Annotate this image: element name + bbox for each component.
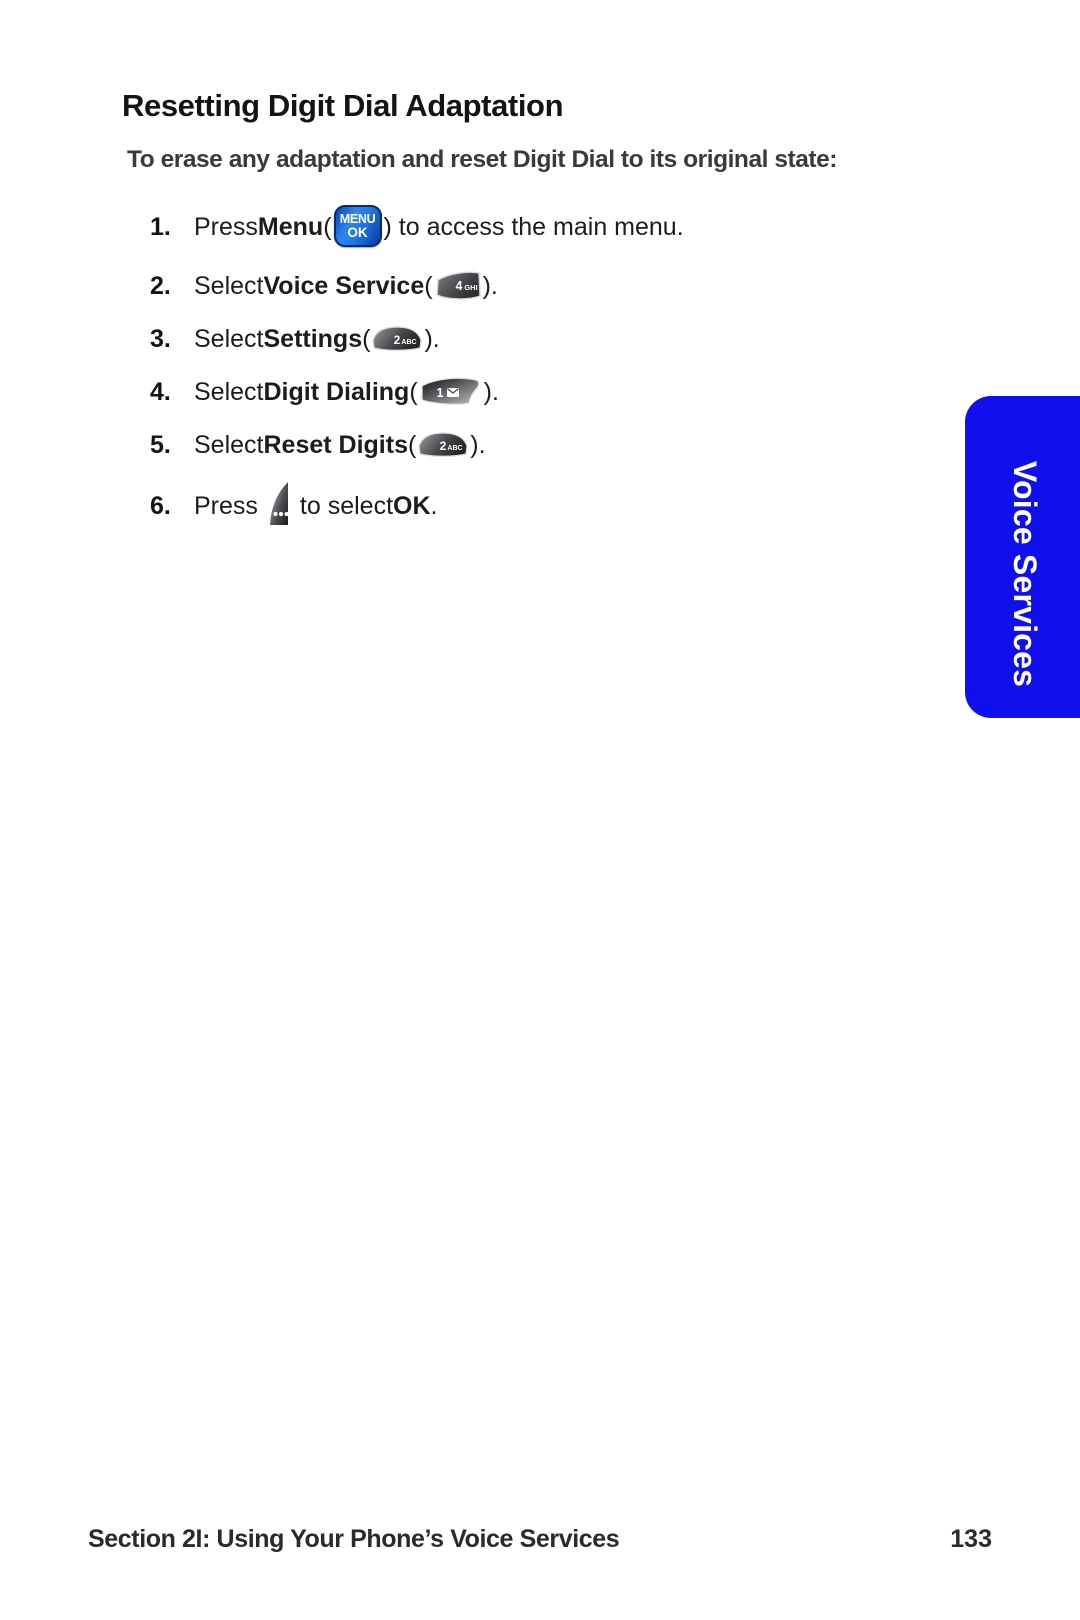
page-subtitle: To erase any adaptation and reset Digit … xyxy=(127,146,837,173)
footer-section-title: Section 2I: Using Your Phone’s Voice Ser… xyxy=(88,1525,620,1553)
step-open-paren: ( xyxy=(362,324,371,353)
step-tail-text: ) to access the main menu. xyxy=(383,212,684,241)
step-number: 1. xyxy=(150,212,171,241)
step-text: Press Menu ( MENU OK ) to access the mai… xyxy=(194,205,684,248)
chapter-tab-voice-services[interactable]: Voice Services xyxy=(965,396,1080,718)
list-item: 1. Press Menu ( MENU OK ) to access the … xyxy=(150,205,930,249)
key-2-digit: 2 xyxy=(440,439,447,453)
step-emphasis: OK xyxy=(393,491,431,520)
step-tail-text: ). xyxy=(483,377,499,406)
list-item: 5. Select Reset Digits (2 ABC). xyxy=(150,423,930,467)
step-tail-text: ). xyxy=(470,430,486,459)
step-tail-text: ). xyxy=(424,324,440,353)
step-lead-text: Select xyxy=(194,430,264,459)
softkey-shape xyxy=(269,482,289,525)
step-lead-text: Select xyxy=(194,271,264,300)
step-lead-text: Press xyxy=(194,491,258,520)
step-text: Select Digit Dialing (1). xyxy=(194,374,499,410)
step-emphasis: Voice Service xyxy=(263,271,425,300)
step-number: 4. xyxy=(150,377,171,406)
step-number: 3. xyxy=(150,324,171,353)
step-text: Select Reset Digits (2 ABC). xyxy=(194,430,486,460)
key-4-shape: 4 GHI xyxy=(435,271,481,300)
step-lead-text: Press xyxy=(194,212,258,241)
left-softkey-ellipsis-icon xyxy=(262,479,296,529)
footer-page-number: 133 xyxy=(950,1525,992,1553)
envelope-icon xyxy=(446,388,459,397)
key-2-shape: 2 ABC xyxy=(418,432,468,457)
key-1-digit: 1 xyxy=(436,386,443,400)
list-item: 6. Press to select OK . xyxy=(150,481,930,531)
number-key-2-abc-icon: 2 ABC xyxy=(370,324,424,354)
step-emphasis: Settings xyxy=(263,324,363,353)
number-key-1-voicemail-icon: 1 xyxy=(418,374,484,410)
step-number: 6. xyxy=(150,491,171,520)
page-footer: Section 2I: Using Your Phone’s Voice Ser… xyxy=(88,1525,992,1554)
step-text: Select Voice Service (4 GHI). xyxy=(194,269,498,303)
menu-ok-key-icon: MENU OK xyxy=(332,205,384,248)
menu-key-label-line1: MENU xyxy=(339,211,376,226)
key-2-letters: ABC xyxy=(402,339,417,346)
list-item: 4. Select Digit Dialing (1). xyxy=(150,370,930,414)
page-title: Resetting Digit Dial Adaptation xyxy=(122,88,564,123)
list-item: 3. Select Settings (2 ABC). xyxy=(150,317,930,361)
menu-key-label-line2: OK xyxy=(347,225,368,240)
step-emphasis: Reset Digits xyxy=(263,430,408,459)
key-4-digit: 4 xyxy=(455,279,462,293)
step-tail-text: ). xyxy=(482,271,498,300)
key-4-letters: GHI xyxy=(464,283,477,292)
key-2-shape: 2 ABC xyxy=(372,326,423,351)
step-open-paren: ( xyxy=(409,377,418,406)
list-item: 2. Select Voice Service (4 GHI). xyxy=(150,264,930,308)
number-key-4-ghi-icon: 4 GHI xyxy=(433,269,483,303)
step-mid-text: to select xyxy=(299,491,394,520)
step-lead-text: Select xyxy=(194,377,264,406)
step-number: 2. xyxy=(150,271,171,300)
manual-page: Resetting Digit Dial Adaptation To erase… xyxy=(0,0,1080,1620)
step-text: Press to select OK . xyxy=(194,481,437,531)
chapter-tab-label: Voice Services xyxy=(1007,460,1044,688)
step-emphasis: Digit Dialing xyxy=(263,377,410,406)
step-tail-text: . xyxy=(430,491,438,520)
step-open-paren: ( xyxy=(323,212,332,241)
step-number: 5. xyxy=(150,430,171,459)
step-open-paren: ( xyxy=(407,430,417,459)
number-key-2-abc-icon: 2 ABC xyxy=(416,430,470,460)
step-text: Select Settings (2 ABC). xyxy=(194,324,440,354)
step-lead-text: Select xyxy=(194,324,264,353)
step-emphasis: Menu xyxy=(257,212,324,241)
key-1-shape: 1 xyxy=(420,377,480,405)
key-2-letters: ABC xyxy=(448,445,463,452)
key-2-digit: 2 xyxy=(394,333,401,347)
procedure-step-list: 1. Press Menu ( MENU OK ) to access the … xyxy=(150,205,930,528)
step-open-paren: ( xyxy=(424,271,433,300)
